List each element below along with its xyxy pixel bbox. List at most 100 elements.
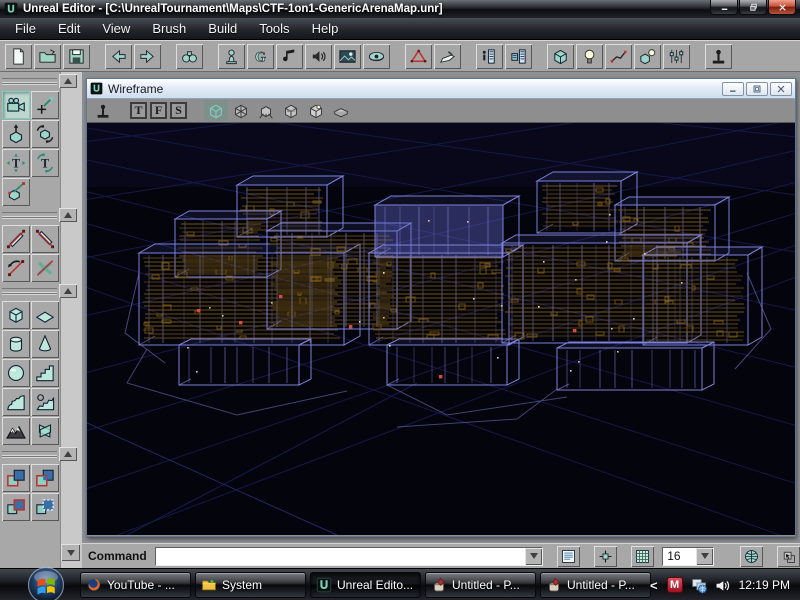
view-mode-wireframe-button[interactable] (204, 100, 228, 121)
brush-sphere-button[interactable] (2, 359, 30, 387)
texture-pan-button[interactable]: T (2, 149, 30, 177)
build-geometry-button[interactable] (547, 43, 574, 69)
surface-properties-button[interactable] (434, 43, 461, 69)
minimize-button[interactable] (710, 0, 738, 15)
group-collapse-button[interactable] (59, 284, 77, 298)
brush-scale-button[interactable] (2, 120, 30, 148)
network-tray-icon[interactable] (691, 577, 708, 594)
brush-curved-stairs-button[interactable] (2, 388, 30, 416)
file-save-button[interactable] (63, 43, 90, 69)
search-button[interactable] (176, 43, 203, 69)
brush-stairs-button[interactable] (31, 359, 59, 387)
menu-item-view[interactable]: View (91, 19, 141, 38)
toolbox-scroll-down-button[interactable] (61, 544, 80, 561)
menu-item-tools[interactable]: Tools (248, 19, 300, 38)
view-mode-lit-button[interactable] (304, 100, 328, 121)
viewport-maximize-button[interactable] (746, 81, 768, 96)
menu-item-file[interactable]: File (4, 19, 47, 38)
viewport-3d-wireframe[interactable] (87, 123, 795, 535)
draw-region-button[interactable] (740, 545, 763, 567)
undo-button[interactable] (105, 43, 132, 69)
viewport-close-button[interactable] (770, 81, 792, 96)
file-new-button[interactable] (5, 43, 32, 69)
brush-cube-button[interactable] (2, 301, 30, 329)
build-options-button[interactable] (663, 43, 690, 69)
actor-properties-button[interactable] (476, 43, 503, 69)
csg-intersect-button[interactable] (2, 493, 30, 521)
taskbar-clock[interactable]: 12:19 PM (739, 578, 790, 592)
grid-size-value: 16 (667, 549, 681, 563)
view-mode-zones-button[interactable] (229, 100, 253, 121)
redo-button[interactable] (134, 43, 161, 69)
menu-item-brush[interactable]: Brush (141, 19, 197, 38)
command-input[interactable] (155, 547, 526, 565)
group-collapse-button[interactable] (59, 447, 77, 461)
brush-volumetric-button[interactable] (31, 417, 59, 445)
taskbar-button-2[interactable]: System (195, 572, 306, 598)
browser-sounds-button[interactable] (305, 43, 332, 69)
browser-music-button[interactable] (276, 43, 303, 69)
shape-editor-2d-button[interactable] (405, 43, 432, 69)
actor-move-button[interactable] (31, 91, 59, 119)
level-properties-button[interactable] (505, 43, 532, 69)
viewport-toggle-f[interactable]: F (150, 102, 167, 119)
view-mode-flat-button[interactable] (329, 100, 353, 121)
viewport-minimize-button[interactable] (722, 81, 744, 96)
log-window-button[interactable] (557, 545, 581, 567)
volume-tray-icon[interactable] (714, 577, 731, 594)
camera-mode-button[interactable] (2, 91, 30, 119)
build-all-button[interactable] (634, 43, 661, 69)
taskbar-button-4[interactable]: Untitled - P... (425, 572, 536, 598)
brush-cone-button[interactable] (31, 330, 59, 358)
taskbar-button-1[interactable]: YouTube - ... (80, 572, 191, 598)
menu-item-edit[interactable]: Edit (47, 19, 91, 38)
start-button[interactable] (27, 566, 65, 600)
viewport-toggle-t[interactable]: T (130, 102, 147, 119)
brush-cone-icon (38, 334, 52, 352)
grid-toggle-button[interactable] (631, 545, 655, 567)
play-map-button[interactable] (705, 43, 732, 69)
vertex-snap-button[interactable] (594, 545, 618, 567)
file-open-button[interactable] (34, 43, 61, 69)
view-mode-textured-button[interactable] (279, 100, 303, 121)
build-lighting-button[interactable] (576, 43, 603, 69)
csg-add-button[interactable] (2, 464, 30, 492)
brush-terrain-button[interactable] (2, 417, 30, 445)
taskbar-button-3[interactable]: Unreal Edito... (310, 572, 421, 598)
texture-rotate-button[interactable]: T (31, 149, 59, 177)
menu-item-help[interactable]: Help (301, 19, 350, 38)
brush-snap-button[interactable] (2, 178, 30, 206)
grid-size-dropdown-button[interactable] (696, 547, 713, 565)
restore-button[interactable] (739, 0, 767, 15)
grid-size-combobox: 16 (662, 546, 714, 566)
viewport-titlebar[interactable]: Wireframe (87, 79, 795, 99)
csg-subtract-button[interactable] (31, 464, 59, 492)
browser-actors-button[interactable] (218, 43, 245, 69)
clip-marker-2-button[interactable] (31, 225, 59, 253)
close-button[interactable] (768, 0, 796, 15)
build-paths-button[interactable] (605, 43, 632, 69)
browser-textures-button[interactable] (334, 43, 361, 69)
csg-deintersect-button[interactable] (31, 493, 59, 521)
browser-groups-button[interactable]: G (247, 43, 274, 69)
clip-marker-button[interactable] (2, 225, 30, 253)
browser-meshes-button[interactable] (363, 43, 390, 69)
brush-sheet-button[interactable] (31, 301, 59, 329)
clip-delete-button[interactable] (31, 254, 59, 282)
tray-collapse-icon[interactable]: < (650, 578, 658, 593)
build-geometry-icon (554, 49, 567, 64)
command-dropdown-button[interactable] (525, 547, 543, 565)
select-mode-button[interactable] (777, 545, 800, 567)
viewport-joystick-button[interactable] (91, 100, 115, 121)
mcafee-tray-icon[interactable]: M (666, 577, 683, 593)
brush-cylinder-button[interactable] (2, 330, 30, 358)
menu-item-build[interactable]: Build (197, 19, 248, 38)
clip-rotate-button[interactable] (2, 254, 30, 282)
group-collapse-button[interactable] (59, 74, 77, 88)
brush-rotate-button[interactable] (31, 120, 59, 148)
view-mode-ortho-button[interactable] (254, 100, 278, 121)
group-collapse-button[interactable] (59, 208, 77, 222)
taskbar-button-5[interactable]: Untitled - P... (540, 572, 651, 598)
brush-spiral-stairs-button[interactable] (31, 388, 59, 416)
viewport-toggle-s[interactable]: S (170, 102, 187, 119)
